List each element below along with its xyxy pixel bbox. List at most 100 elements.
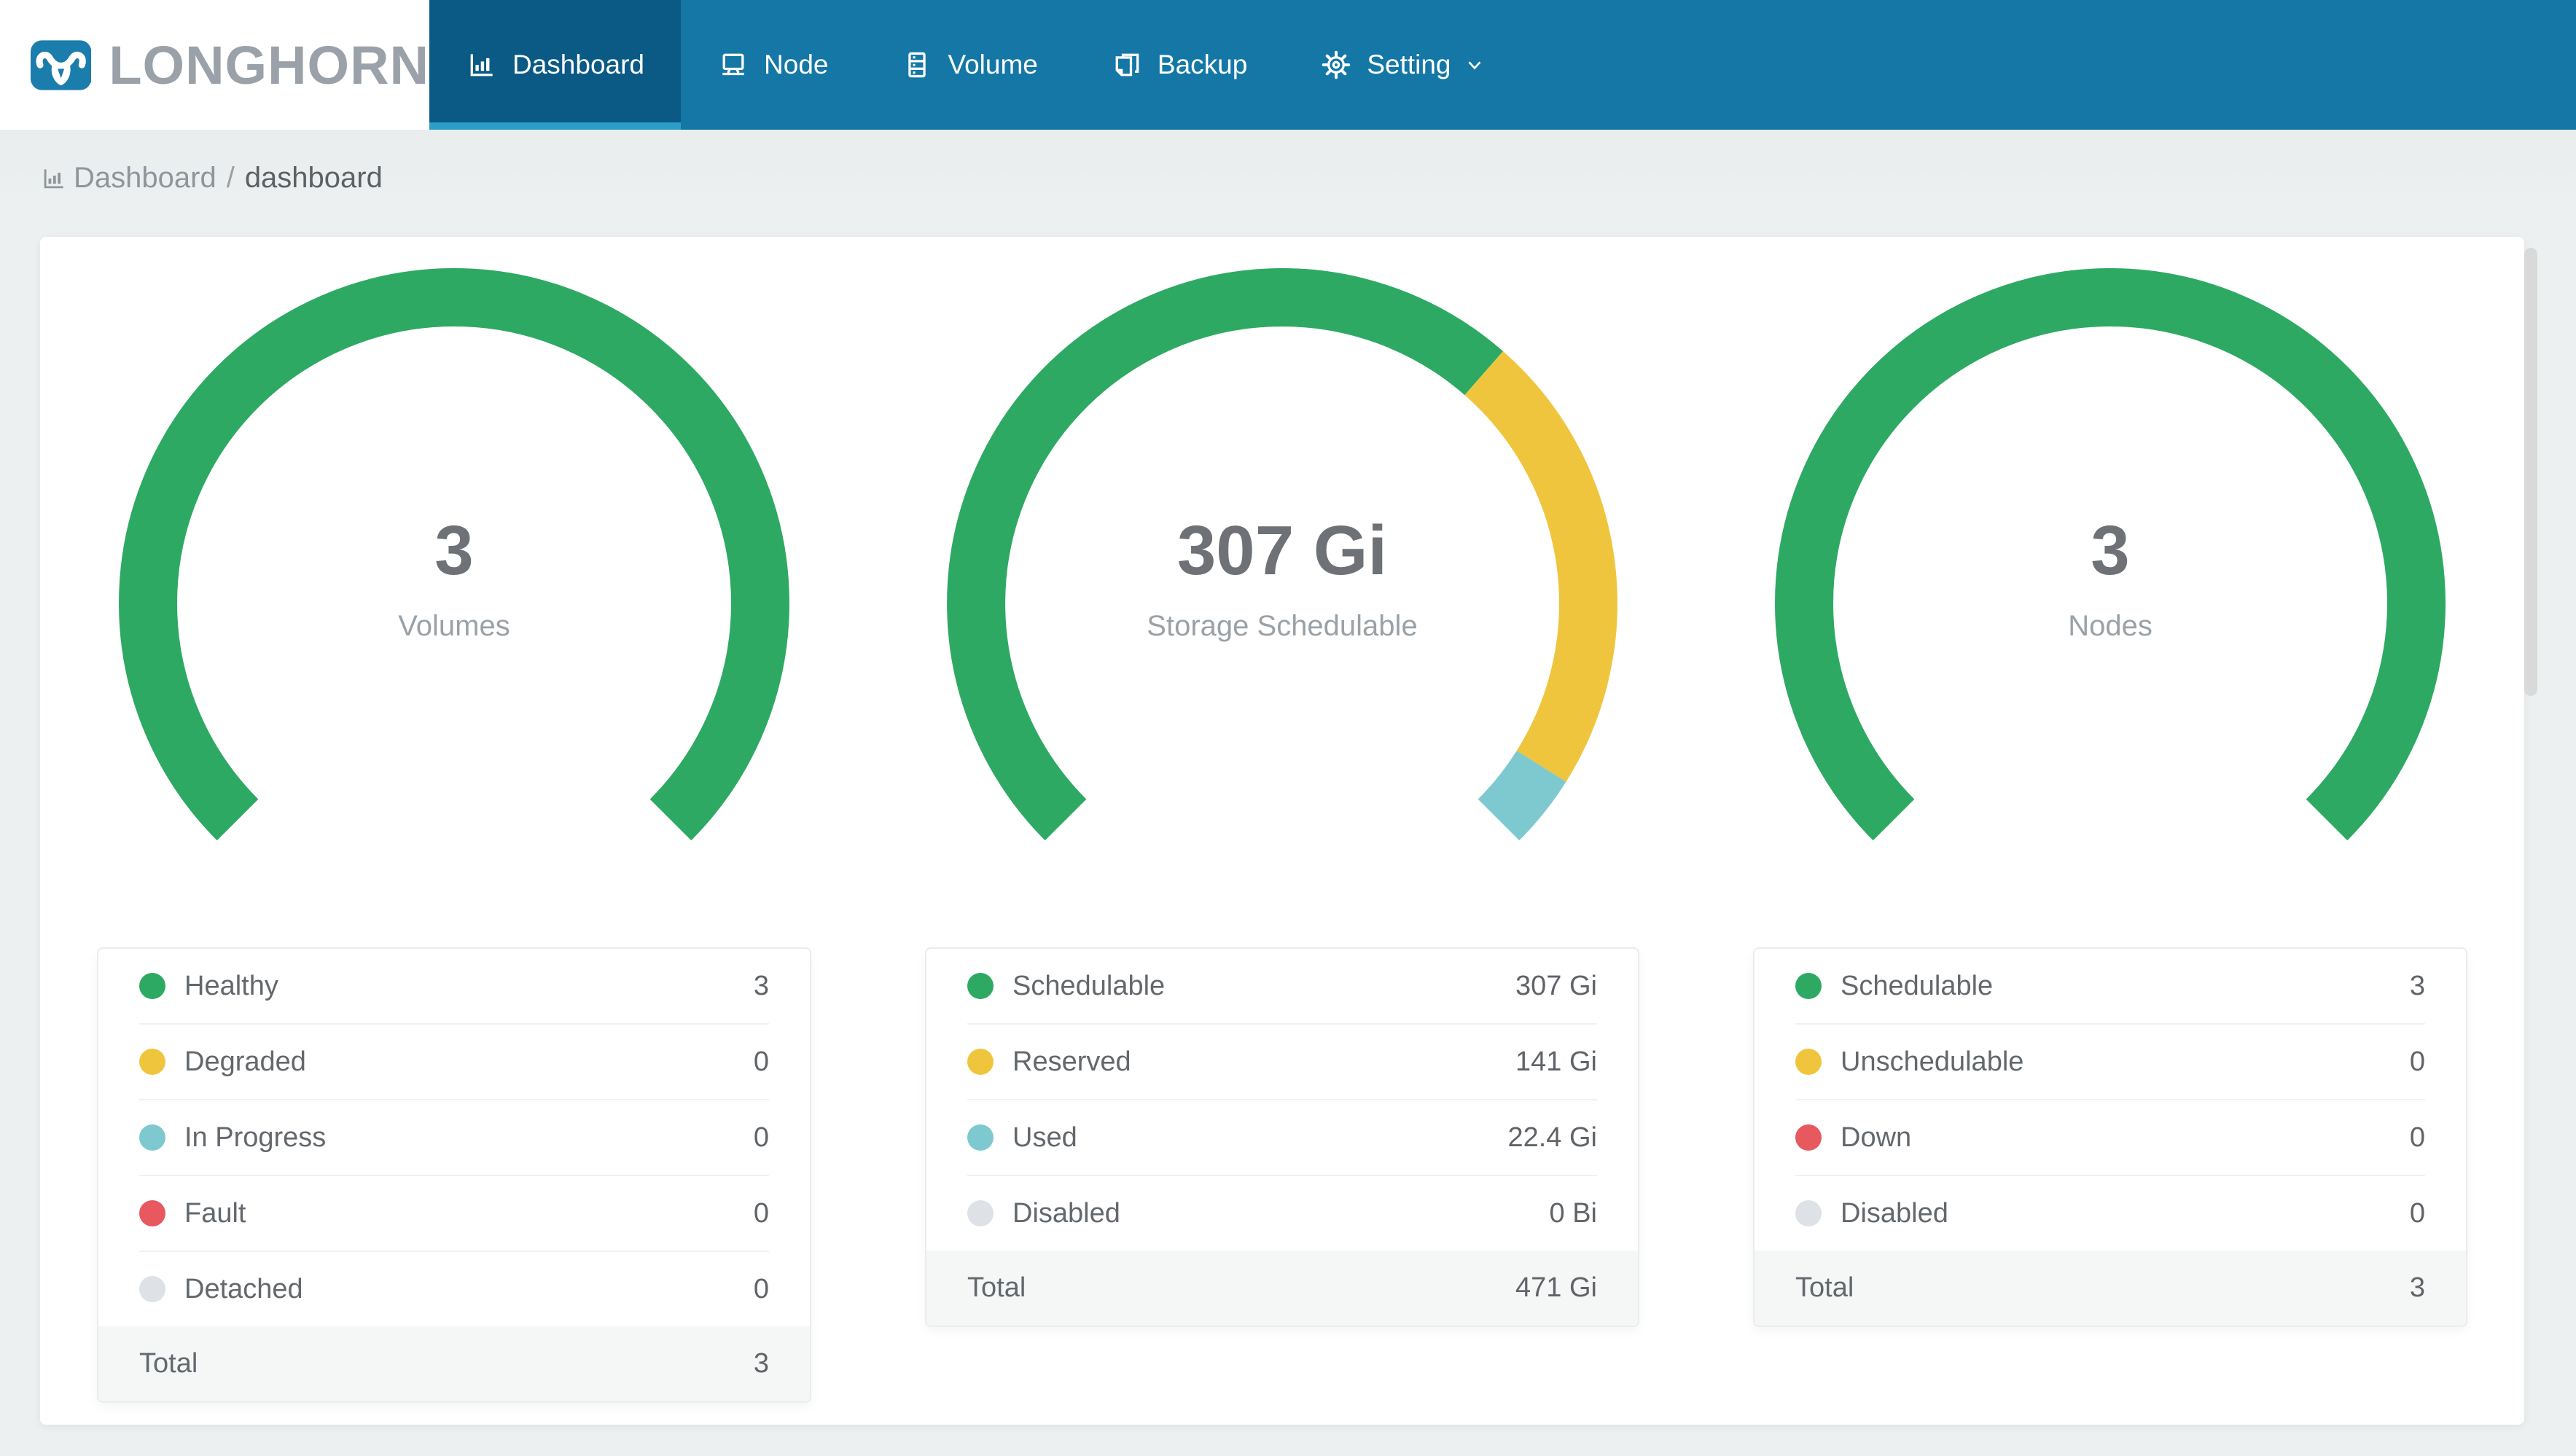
tab-volume[interactable]: Volume — [864, 0, 1074, 130]
legend-label: In Progress — [184, 1122, 327, 1153]
legend-value: 3 — [2409, 970, 2425, 1001]
legend-value: 0 Bi — [1549, 1197, 1597, 1229]
nodes-donut-chart — [1775, 268, 2446, 841]
total-value: 3 — [753, 1348, 769, 1379]
legend-row-fault: Fault 0 — [98, 1176, 810, 1250]
legend-value: 0 — [2409, 1046, 2425, 1077]
status-dot — [139, 1276, 165, 1302]
legend-label: Healthy — [184, 970, 278, 1001]
legend-value: 3 — [753, 970, 769, 1001]
status-dot — [1795, 1124, 1822, 1151]
legend-label: Detached — [184, 1273, 303, 1304]
legend-row-degraded: Degraded 0 — [98, 1025, 810, 1099]
longhorn-logo-icon — [31, 39, 92, 90]
legend-total-row: Total 471 Gi — [926, 1250, 1638, 1326]
backup-icon — [1115, 53, 1139, 77]
legend-label: Schedulable — [1841, 970, 1994, 1001]
legend-label: Fault — [184, 1197, 246, 1229]
legend-label: Degraded — [184, 1046, 306, 1077]
legend-row-reserved: Reserved 141 Gi — [926, 1025, 1638, 1099]
storage-section: 307 Gi Storage Schedulable Schedulable 30… — [868, 237, 1696, 1403]
total-label: Total — [1795, 1272, 1854, 1303]
brand-name: LONGHORN — [109, 34, 429, 95]
breadcrumb: Dashboard / dashboard — [40, 162, 2536, 195]
status-dot — [1795, 973, 1822, 999]
status-dot — [139, 1049, 165, 1075]
chart-icon — [44, 168, 63, 188]
tab-dashboard[interactable]: Dashboard — [429, 0, 682, 130]
total-label: Total — [139, 1348, 198, 1379]
status-dot — [139, 1200, 165, 1226]
legend-row-schedulable: Schedulable 3 — [1755, 949, 2466, 1023]
gauge-segment-schedulable — [947, 268, 1504, 841]
legend-label: Unschedulable — [1841, 1046, 2024, 1077]
legend-value: 0 — [2409, 1197, 2425, 1229]
total-label: Total — [967, 1272, 1026, 1303]
top-navbar: LONGHORN Dashboard Node Volume Backup Se… — [0, 0, 2576, 130]
status-dot — [967, 973, 994, 999]
volumes-section: 3 Volumes Healthy 3 Degraded 0 In Progress 0 F… — [40, 237, 868, 1403]
volume-icon — [908, 52, 926, 78]
gauge-segment-healthy — [119, 268, 789, 841]
tab-backup[interactable]: Backup — [1074, 0, 1284, 130]
tab-label: Volume — [948, 50, 1038, 79]
tab-label: Node — [764, 50, 829, 79]
legend-label: Reserved — [1012, 1046, 1131, 1077]
legend-label: Used — [1012, 1122, 1077, 1153]
status-dot — [139, 973, 165, 999]
gauge-segment-used — [1478, 750, 1566, 841]
legend-row-detached: Detached 0 — [98, 1252, 810, 1326]
nodes-section: 3 Nodes Schedulable 3 Unschedulable 0 Down 0 D… — [1696, 237, 2524, 1403]
breadcrumb-separator: / — [226, 162, 235, 194]
legend-row-healthy: Healthy 3 — [98, 949, 810, 1023]
legend-value: 141 Gi — [1515, 1046, 1597, 1077]
tab-node[interactable]: Node — [681, 0, 864, 130]
total-value: 471 Gi — [1515, 1272, 1597, 1303]
status-dot — [967, 1124, 994, 1151]
legend-row-unschedulable: Unschedulable 0 — [1755, 1025, 2466, 1099]
legend-total-row: Total 3 — [98, 1326, 810, 1401]
storage-gauge: 307 Gi Storage Schedulable — [947, 268, 1617, 851]
legend-total-row: Total 3 — [1755, 1250, 2466, 1326]
legend-row-disabled: Disabled 0 Bi — [926, 1176, 1638, 1250]
legend-value: 307 Gi — [1515, 970, 1597, 1001]
tab-label: Dashboard — [512, 50, 645, 79]
gauge-segment-reserved — [1464, 351, 1617, 782]
legend-label: Disabled — [1012, 1197, 1120, 1229]
volumes-gauge: 3 Volumes — [119, 268, 789, 851]
status-dot — [1795, 1200, 1822, 1226]
status-dot — [967, 1049, 994, 1075]
storage-donut-chart — [947, 268, 1617, 841]
legend-label: Schedulable — [1012, 970, 1166, 1001]
tab-label: Backup — [1157, 50, 1248, 79]
legend-value: 0 — [753, 1273, 769, 1304]
legend-value: 0 — [753, 1046, 769, 1077]
tab-label: Setting — [1367, 50, 1451, 79]
gear-icon — [1322, 50, 1351, 79]
tab-setting[interactable]: Setting — [1284, 0, 1523, 130]
total-value: 3 — [2409, 1272, 2425, 1303]
nav-tabs: Dashboard Node Volume Backup Setting — [429, 0, 1524, 130]
volumes-legend-table: Healthy 3 Degraded 0 In Progress 0 Fault 0 Detac… — [97, 947, 811, 1403]
gauge-segment-schedulable — [1775, 268, 2446, 841]
volumes-donut-chart — [119, 268, 789, 841]
nodes-gauge: 3 Nodes — [1775, 268, 2446, 851]
legend-row-in-progress: In Progress 0 — [98, 1100, 810, 1175]
breadcrumb-current: dashboard — [244, 162, 383, 194]
storage-legend-table: Schedulable 307 Gi Reserved 141 Gi Used 22.4 … — [925, 947, 1639, 1327]
legend-value: 0 — [753, 1197, 769, 1229]
chevron-down-icon — [1468, 61, 1481, 70]
legend-row-schedulable: Schedulable 307 Gi — [926, 949, 1638, 1023]
legend-label: Down — [1841, 1122, 1912, 1153]
nodes-legend-table: Schedulable 3 Unschedulable 0 Down 0 Disabled 0… — [1753, 947, 2467, 1327]
brand[interactable]: LONGHORN — [0, 0, 429, 130]
legend-row-disabled: Disabled 0 — [1755, 1176, 2466, 1250]
dashboard-icon — [470, 54, 493, 77]
breadcrumb-root[interactable]: Dashboard — [74, 162, 216, 195]
scrollbar-thumb[interactable] — [2524, 248, 2537, 696]
status-dot — [139, 1124, 165, 1151]
legend-value: 22.4 Gi — [1507, 1122, 1597, 1153]
status-dot — [1795, 1049, 1822, 1075]
dashboard-card: 3 Volumes Healthy 3 Degraded 0 In Progress 0 F… — [40, 237, 2524, 1425]
legend-value: 0 — [2409, 1122, 2425, 1153]
